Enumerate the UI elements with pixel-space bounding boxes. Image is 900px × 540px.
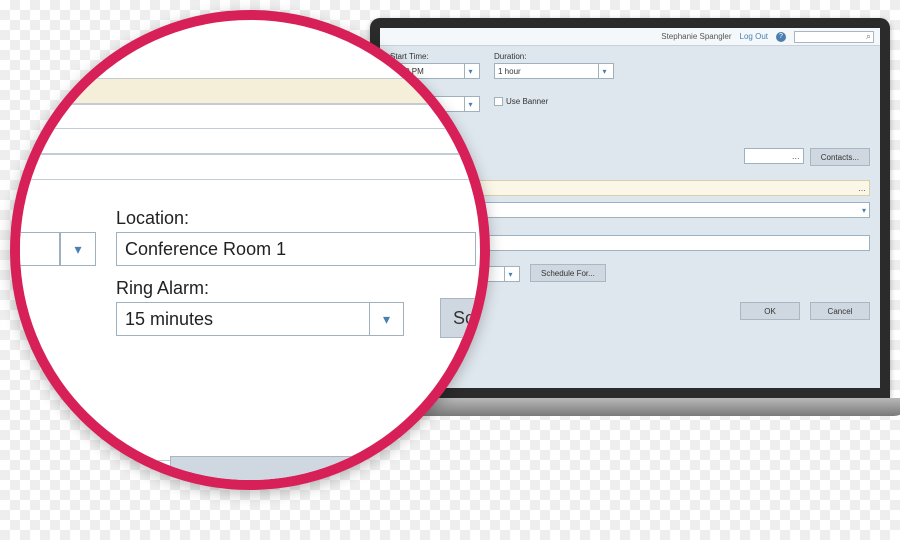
chevron-down-icon: ▾ bbox=[504, 267, 516, 281]
magnifier-lens: ▾ ▾ Location: Conference Room 1 Ring Ala… bbox=[10, 10, 490, 490]
ring-alarm-value: 15 minutes bbox=[117, 309, 221, 330]
topbar-user: Stephanie Spangler bbox=[661, 32, 731, 41]
location-label: Location: bbox=[116, 208, 189, 229]
location-value: Conference Room 1 bbox=[125, 239, 286, 260]
zoom-dropdown-caret[interactable]: ▾ bbox=[440, 74, 476, 108]
cancel-button[interactable]: Cancel bbox=[810, 302, 870, 320]
chevron-down-icon: ▾ bbox=[598, 64, 610, 78]
contacts-field[interactable]: … bbox=[744, 148, 804, 164]
ellipsis-icon: … bbox=[792, 152, 800, 161]
use-banner-label: Use Banner bbox=[506, 97, 548, 106]
duration-select[interactable]: 1 hour ▾ bbox=[494, 63, 614, 79]
zoom-divider bbox=[20, 104, 490, 105]
magnifier-content: ▾ ▾ Location: Conference Room 1 Ring Ala… bbox=[20, 20, 490, 490]
help-icon[interactable]: ? bbox=[776, 32, 786, 42]
ellipsis-icon: … bbox=[858, 184, 866, 193]
zoom-strip bbox=[20, 128, 490, 154]
duration-label: Duration: bbox=[494, 52, 614, 61]
zoom-dropdown-caret[interactable]: ▾ bbox=[60, 232, 96, 266]
schedule-prefix: Sc bbox=[453, 308, 474, 329]
schedule-for-button[interactable]: Schedule For... bbox=[530, 264, 606, 282]
zoom-bottom-button[interactable] bbox=[170, 456, 370, 486]
ring-alarm-select[interactable]: 15 minutes ▾ bbox=[116, 302, 404, 336]
zoom-strip bbox=[20, 154, 490, 180]
ok-button[interactable]: OK bbox=[740, 302, 800, 320]
contacts-button[interactable]: Contacts... bbox=[810, 148, 870, 166]
checkbox-icon bbox=[494, 97, 503, 106]
chevron-down-icon: ▾ bbox=[862, 206, 866, 215]
zoom-left-field[interactable] bbox=[10, 232, 60, 266]
ring-alarm-label: Ring Alarm: bbox=[116, 278, 209, 299]
location-input[interactable]: Conference Room 1 bbox=[116, 232, 476, 266]
chevron-down-icon: ▾ bbox=[369, 303, 403, 335]
search-input[interactable] bbox=[794, 31, 874, 43]
use-banner-checkbox[interactable]: Use Banner bbox=[494, 97, 548, 106]
zoom-strip bbox=[20, 78, 490, 104]
logout-link[interactable]: Log Out bbox=[740, 32, 768, 41]
duration-value: 1 hour bbox=[498, 67, 521, 76]
